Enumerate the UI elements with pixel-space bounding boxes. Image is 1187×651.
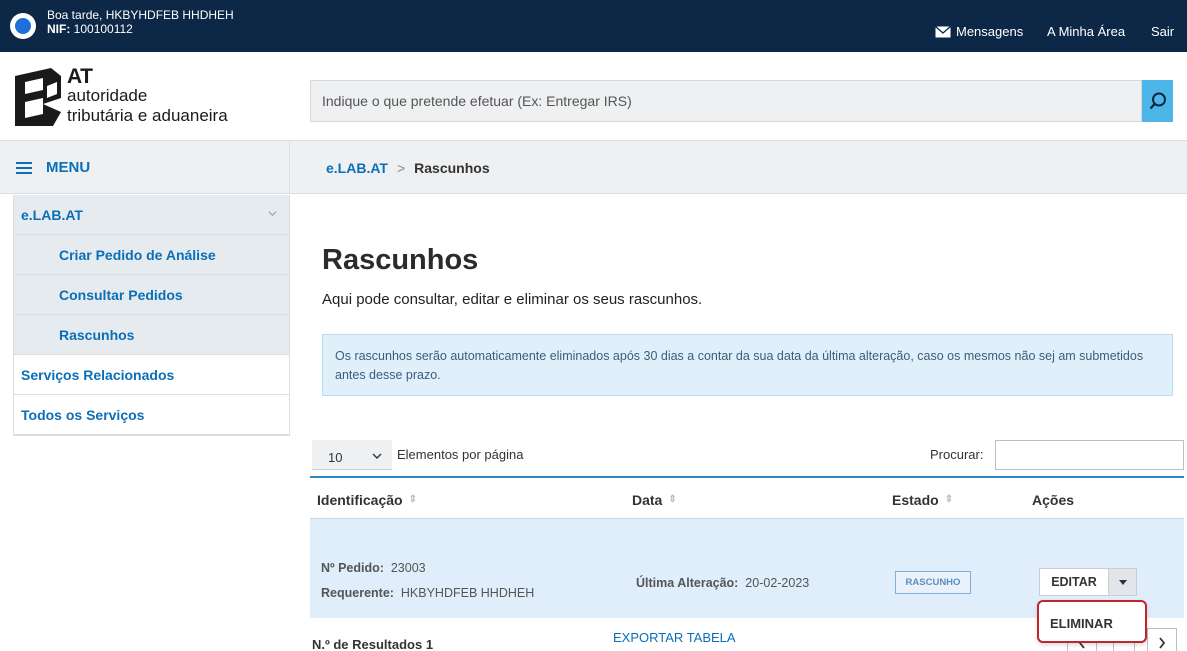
- nif-label: NIF:: [47, 22, 71, 36]
- page-size-label: Elementos por página: [397, 447, 524, 462]
- edit-button[interactable]: EDITAR: [1039, 568, 1109, 596]
- sort-icon: ⇕: [408, 494, 417, 505]
- page-size-select[interactable]: 10: [312, 440, 392, 470]
- column-header-identificacao[interactable]: Identificação ⇕: [317, 492, 417, 508]
- date-value: 20-02-2023: [745, 576, 810, 590]
- logout-link[interactable]: Sair: [1151, 24, 1174, 39]
- sidebar-item-criar-pedido[interactable]: Criar Pedido de Análise: [14, 235, 289, 275]
- nif-text: NIF: 100100112: [47, 23, 133, 36]
- order-number: Nº Pedido: 23003: [321, 561, 426, 575]
- page-title: Rascunhos: [322, 244, 479, 276]
- order-label: Nº Pedido:: [321, 561, 384, 575]
- user-avatar-icon: [10, 13, 36, 39]
- sort-icon: ⇕: [944, 494, 954, 505]
- sidebar-group-elab[interactable]: e.LAB.AT: [14, 195, 289, 235]
- info-alert: Os rascunhos serão automaticamente elimi…: [322, 334, 1173, 396]
- search-button[interactable]: [1142, 80, 1173, 122]
- at-logo[interactable]: AT autoridade tributária e aduaneira: [13, 66, 243, 132]
- search-icon: [1149, 92, 1166, 110]
- sidebar: e.LAB.AT Criar Pedido de Análise Consult…: [13, 195, 290, 436]
- order-value: 23003: [390, 561, 426, 575]
- column-header-label: Data: [632, 492, 663, 508]
- global-search-input[interactable]: [311, 81, 1141, 121]
- status-badge: RASCUNHO: [895, 571, 971, 594]
- column-header-label: Estado: [892, 492, 939, 508]
- sidebar-item-todos-servicos[interactable]: Todos os Serviços: [14, 395, 289, 435]
- actions-dropdown-toggle[interactable]: [1109, 568, 1137, 596]
- logo-line-2: autoridade: [67, 86, 148, 105]
- sidebar-item-label: Rascunhos: [59, 326, 135, 343]
- sidebar-item-consultar-pedidos[interactable]: Consultar Pedidos: [14, 275, 289, 315]
- breadcrumb-current: Rascunhos: [414, 160, 490, 176]
- breadcrumb: e.LAB.AT > Rascunhos: [326, 160, 490, 176]
- envelope-icon: [935, 25, 951, 37]
- column-header-acoes: Ações: [1032, 492, 1074, 508]
- breadcrumb-parent-link[interactable]: e.LAB.AT: [326, 160, 388, 176]
- chevron-down-icon: [372, 453, 382, 459]
- page-description: Aqui pode consultar, editar e eliminar o…: [322, 291, 703, 308]
- menu-label: MENU: [46, 159, 91, 176]
- column-header-label: Ações: [1032, 492, 1075, 508]
- nif-value: 100100112: [73, 22, 133, 36]
- requester-value: HKBYHDFEB HHDHEH: [400, 586, 535, 600]
- pagination-next-button[interactable]: [1147, 628, 1177, 651]
- results-count: N.º de Resultados 1: [312, 637, 434, 651]
- messages-link[interactable]: Mensagens: [935, 24, 1023, 39]
- logo-line-1: AT: [67, 65, 93, 88]
- chevron-down-icon: [268, 211, 277, 217]
- export-table-link[interactable]: EXPORTAR TABELA: [613, 630, 736, 645]
- sidebar-item-servicos-relacionados[interactable]: Serviços Relacionados: [14, 355, 289, 395]
- column-header-estado[interactable]: Estado ⇕: [892, 492, 953, 508]
- hamburger-icon: [16, 161, 32, 174]
- column-header-label: Identificação: [317, 492, 403, 508]
- logo-line-3: tributária e aduaneira: [67, 106, 228, 125]
- my-area-link[interactable]: A Minha Área: [1047, 24, 1125, 39]
- table-search-input[interactable]: [996, 441, 1183, 469]
- page-size-value: 10: [328, 450, 343, 465]
- table-search-label: Procurar:: [930, 447, 984, 462]
- sidebar-item-label: Todos os Serviços: [21, 406, 145, 423]
- at-emblem-icon: [15, 68, 61, 126]
- greeting-text: Boa tarde, HKBYHDFEB HHDHEH: [47, 8, 234, 22]
- requester: Requerente: HKBYHDFEB HHDHEH: [321, 586, 534, 600]
- table-header: Identificação ⇕ Data ⇕ Estado ⇕ Ações: [310, 476, 1184, 518]
- table-search: [995, 440, 1184, 470]
- global-search: [310, 80, 1142, 122]
- sidebar-item-label: Criar Pedido de Análise: [59, 246, 216, 263]
- delete-menu-item[interactable]: ELIMINAR: [1037, 600, 1147, 643]
- sort-icon: ⇕: [668, 494, 677, 505]
- breadcrumb-separator: >: [396, 160, 406, 176]
- sidebar-item-label: Consultar Pedidos: [59, 286, 183, 303]
- caret-down-icon: [1118, 579, 1127, 585]
- sidebar-group-label: e.LAB.AT: [21, 206, 83, 223]
- sidebar-item-rascunhos[interactable]: Rascunhos: [14, 315, 289, 355]
- sidebar-item-label: Serviços Relacionados: [21, 366, 175, 383]
- requester-label: Requerente:: [321, 586, 394, 600]
- menu-toggle[interactable]: MENU: [16, 159, 90, 176]
- messages-label: Mensagens: [956, 24, 1024, 39]
- chevron-right-icon: [1159, 637, 1166, 649]
- last-modified: Última Alteração: 20-02-2023: [636, 576, 809, 590]
- top-bar: Boa tarde, HKBYHDFEB HHDHEH NIF: 1001001…: [0, 0, 1187, 52]
- column-header-data[interactable]: Data ⇕: [632, 492, 677, 508]
- date-label: Última Alteração:: [636, 576, 739, 590]
